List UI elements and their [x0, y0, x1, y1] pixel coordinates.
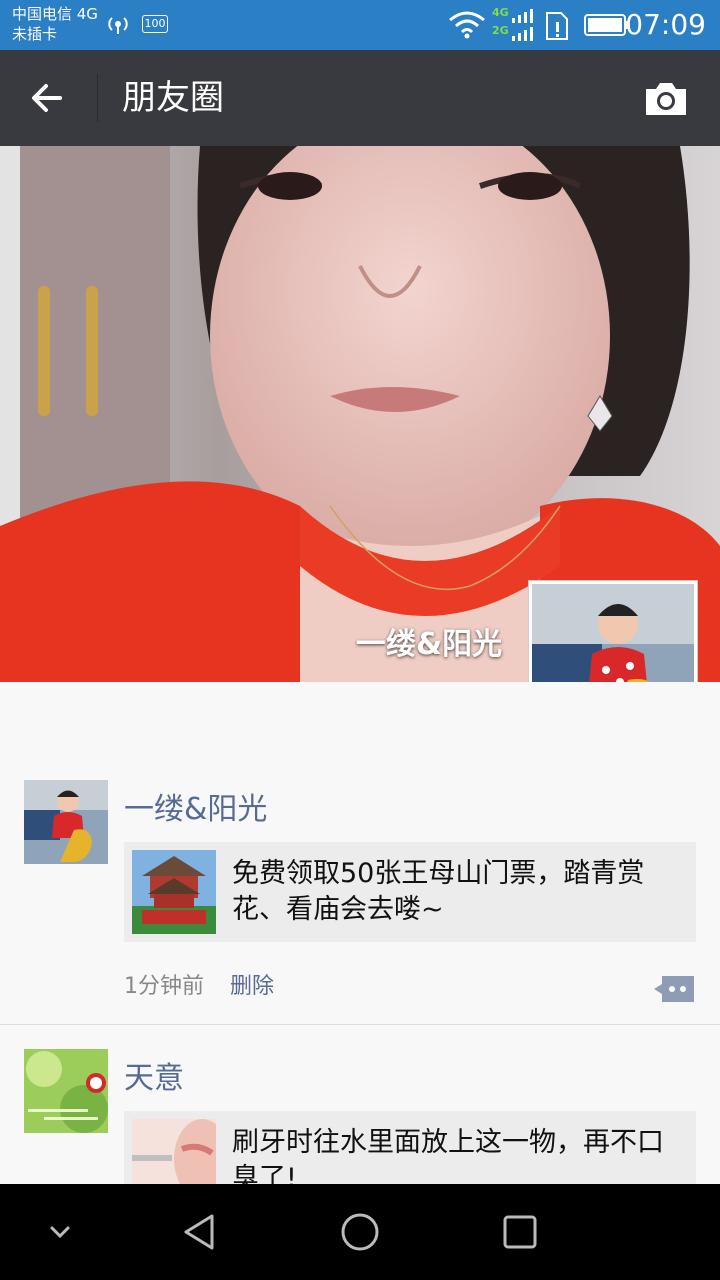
avatar-image [24, 780, 108, 864]
sim-alert-icon [546, 12, 568, 40]
recents-square-icon[interactable] [496, 1208, 544, 1256]
page-title: 朋友圈 [122, 78, 224, 118]
post-timestamp: 1分钟前 [124, 974, 204, 999]
network-2g-label: 2G [492, 24, 509, 37]
temple-image [132, 850, 216, 934]
back-triangle-icon[interactable] [176, 1208, 224, 1256]
battery-icon [584, 14, 629, 36]
avatar-image [24, 1049, 108, 1133]
post-author-avatar[interactable] [24, 1049, 108, 1133]
signal-icon [512, 9, 533, 41]
hide-nav-icon[interactable] [36, 1208, 84, 1256]
carrier-name: 中国电信 4G [12, 5, 98, 23]
cover-user-name[interactable]: 一缕&阳光 [356, 619, 502, 663]
sim-status: 未插卡 [12, 25, 58, 43]
link-thumbnail [132, 850, 216, 934]
app-bar: 朋友圈 [0, 50, 720, 146]
link-title: 免费领取50张王母山门票，踏青赏花、看庙会去喽~ [232, 858, 645, 925]
network-4g-label: 4G [492, 6, 509, 19]
delete-link[interactable]: 删除 [230, 968, 274, 1000]
post-divider [0, 1024, 720, 1025]
camera-icon[interactable] [642, 80, 690, 118]
hotspot-icon [108, 17, 128, 34]
carrier-info: 中国电信 4G 未插卡 [12, 4, 98, 44]
post-author-avatar[interactable] [24, 780, 108, 864]
app-bar-divider [97, 74, 98, 122]
home-circle-icon[interactable] [336, 1208, 384, 1256]
battery-saver-icon: 100 [142, 15, 168, 33]
clock: 07:09 [625, 8, 706, 41]
comment-more-icon[interactable] [652, 974, 696, 1004]
post-author-name[interactable]: 一缕&阳光 [124, 784, 267, 828]
wifi-icon [449, 11, 485, 39]
back-arrow-icon[interactable] [26, 76, 70, 120]
network-type: 4G 2G [492, 6, 509, 38]
status-bar: 中国电信 4G 未插卡 100 4G 2G 07:09 [0, 0, 720, 50]
shared-link-card[interactable]: 免费领取50张王母山门票，踏青赏花、看庙会去喽~ [124, 842, 696, 942]
system-nav-bar [0, 1184, 720, 1280]
post-author-name[interactable]: 天意 [124, 1053, 184, 1097]
